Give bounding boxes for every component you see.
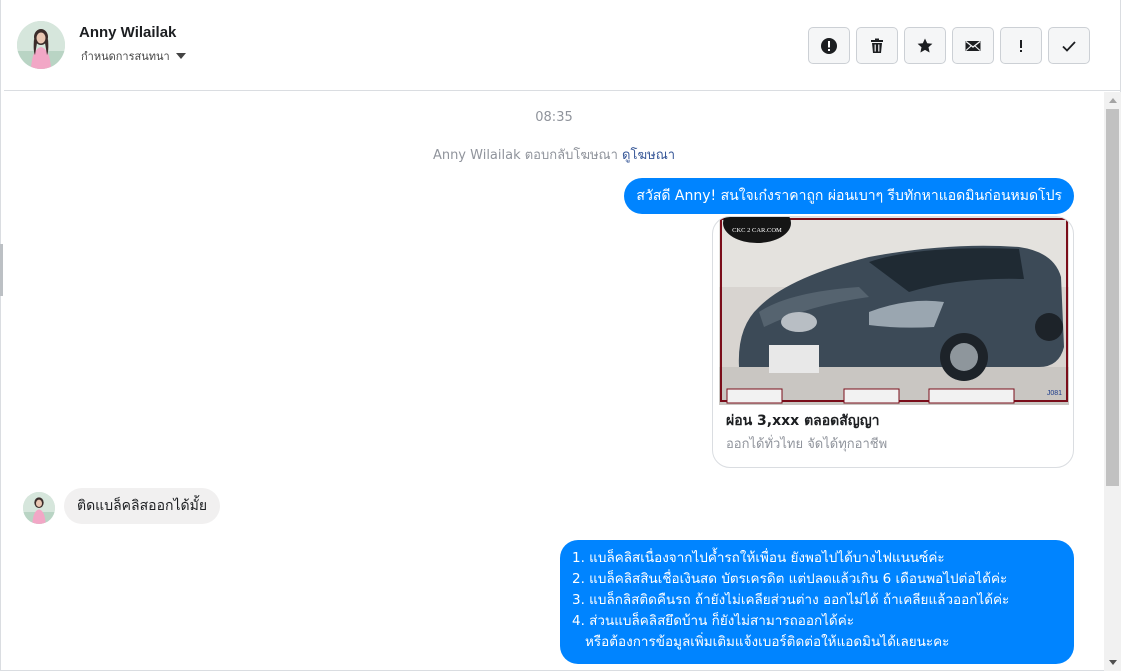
mark-important-button[interactable] [1000, 27, 1042, 64]
alert-circle-icon [821, 37, 837, 54]
message-line: 4. ส่วนแบล็คลิสยึดบ้าน ก็ยังไม่สามารถออก… [572, 613, 854, 629]
message-line: หรือต้องการข้อมูลเพิ่มเติมแจ้งเบอร์ติดต่… [585, 634, 950, 650]
caret-down-icon [175, 53, 186, 59]
arrow-down-icon [1108, 660, 1117, 665]
ad-card-title: ผ่อน 3,xxx ตลอดสัญญา [726, 413, 880, 429]
report-button[interactable] [808, 27, 850, 64]
contact-avatar-small[interactable] [23, 492, 55, 524]
scroll-up-button[interactable] [1104, 92, 1121, 109]
thread-scrollbar[interactable] [1104, 92, 1121, 671]
envelope-icon [965, 40, 981, 51]
trash-icon [871, 38, 883, 53]
window-edge-handle [0, 244, 3, 296]
conversation-header: Anny Wilailak กำหนดการสนทนา [4, 0, 1120, 91]
mark-done-button[interactable] [1048, 27, 1090, 64]
delete-button[interactable] [856, 27, 898, 64]
outgoing-message[interactable]: สวัสดี Anny! สนใจเก๋งราคาถูก ผ่อนเบาๆ รี… [624, 178, 1074, 214]
message-line: 2. แบล็คลิสสินเชื่อเงินสด บัตรเครดิต แต่… [572, 571, 1008, 587]
ad-logo-text: CKC 2 CAR.COM [732, 227, 782, 234]
ad-card-subtitle: ออกได้ทั่วไทย จัดได้ทุกอาชีพ [726, 437, 888, 452]
contact-avatar[interactable] [17, 21, 65, 69]
outgoing-message-list[interactable]: 1. แบล็คลิสเนื่องจากไปค้ำรถให้เพื่อน ยัง… [560, 540, 1074, 664]
scroll-down-button[interactable] [1104, 654, 1121, 671]
arrow-up-icon [1108, 98, 1117, 103]
conversation-label-text: กำหนดการสนทนา [81, 50, 170, 63]
scrollbar-thumb[interactable] [1106, 109, 1119, 486]
message-line: 1. แบล็คลิสเนื่องจากไปค้ำรถให้เพื่อน ยัง… [572, 550, 945, 566]
incoming-message[interactable]: ติดแบล็คลิสออกได้มั้ย [64, 488, 221, 524]
message-timestamp: 08:35 [535, 110, 573, 125]
star-icon [917, 38, 933, 52]
ad-reply-notice: Anny Wilailak ตอบกลับโฆษณา ดูโฆษณา [4, 144, 1104, 165]
ad-reply-notice-text: Anny Wilailak ตอบกลับโฆษณา [432, 148, 618, 163]
ad-car-image: CKC 2 CAR.COM J081 [719, 217, 1069, 405]
view-ad-link[interactable]: ดูโฆษณา [622, 148, 675, 163]
conversation-label-dropdown[interactable]: กำหนดการสนทนา [81, 47, 186, 65]
conversation-actions [808, 27, 1090, 64]
message-line: 3. แบล็กลิสติดคืนรถ ถ้ายังไม่เคลียส่วนต่… [572, 592, 1010, 608]
contact-name[interactable]: Anny Wilailak [79, 24, 176, 41]
mark-unread-button[interactable] [952, 27, 994, 64]
checkmark-icon [1062, 40, 1076, 52]
ad-card[interactable]: CKC 2 CAR.COM J081 ผ่อน 3,xxx ตลอดสัญญา … [712, 216, 1074, 468]
exclamation-icon [1020, 39, 1022, 52]
message-thread: 08:35 Anny Wilailak ตอบกลับโฆษณา ดูโฆษณา… [4, 92, 1104, 671]
star-button[interactable] [904, 27, 946, 64]
ad-image-code: J081 [1047, 390, 1062, 397]
